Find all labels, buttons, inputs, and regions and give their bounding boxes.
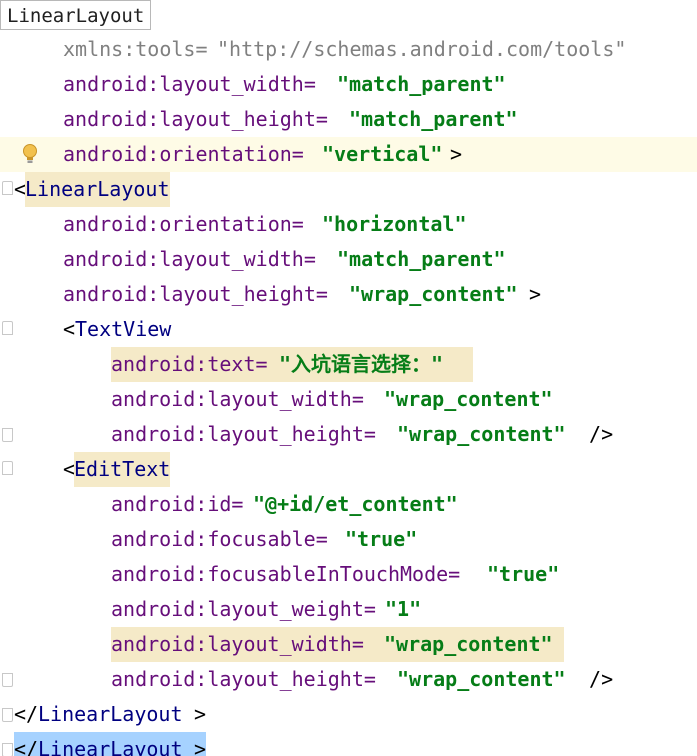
tag-bracket: </ xyxy=(14,702,39,726)
code-line[interactable]: android:layout_height= "wrap_content" > xyxy=(0,277,697,312)
attribute-value: "1" xyxy=(385,597,422,621)
attribute-value: "match_parent" xyxy=(349,107,518,131)
tag-bracket: /> xyxy=(577,422,614,446)
code-line[interactable]: < EditText xyxy=(0,452,697,487)
code-line[interactable]: android:orientation= "horizontal" xyxy=(0,207,697,242)
code-line[interactable]: android:focusableInTouchMode= "true" xyxy=(0,557,697,592)
tag-bracket: </ xyxy=(14,737,39,756)
breadcrumb[interactable]: LinearLayout xyxy=(0,0,152,30)
attribute-value: "wrap_content" xyxy=(384,387,553,411)
code-line[interactable]: android:focusable= "true" xyxy=(0,522,697,557)
code-line[interactable]: android:layout_height= "match_parent" xyxy=(0,102,697,137)
attribute-name: android:orientation= xyxy=(63,212,304,236)
attribute-value: "wrap_content" xyxy=(397,667,566,691)
code-line[interactable]: < LinearLayout xyxy=(0,172,697,207)
attribute-name: android:layout_width= xyxy=(111,387,364,411)
attribute-name: android:layout_width= xyxy=(63,72,316,96)
attribute-name: xmlns:tools= xyxy=(63,37,208,61)
attribute-name: android:layout_height= xyxy=(63,282,328,306)
tag-name: LinearLayout xyxy=(38,702,183,726)
code-line[interactable]: < TextView xyxy=(0,312,697,347)
code-line[interactable]: android:layout_width= "match_parent" xyxy=(0,242,697,277)
breadcrumb-label: LinearLayout xyxy=(7,5,145,27)
attribute-value: "wrap_content" xyxy=(397,422,566,446)
tag-bracket: > xyxy=(529,282,542,306)
attribute-value: "horizontal" xyxy=(322,212,467,236)
code-line[interactable]: android:layout_width= "wrap_content" xyxy=(0,382,697,417)
attribute-name: android:layout_height= xyxy=(63,107,328,131)
tag-name: LinearLayout xyxy=(38,737,183,756)
code-line[interactable]: android:layout_width= "match_parent" xyxy=(0,67,697,102)
tag-bracket: > xyxy=(194,737,207,756)
code-line[interactable]: android:layout_width= "wrap_content" xyxy=(0,627,697,662)
attribute-name: android:layout_height= xyxy=(111,667,376,691)
attribute-name: android:layout_width= xyxy=(63,247,316,271)
attribute-value: "match_parent" xyxy=(337,247,506,271)
attribute-value: "wrap_content" xyxy=(384,632,553,656)
tag-bracket: > xyxy=(194,702,207,726)
attribute-value: "true" xyxy=(487,562,560,586)
code-line[interactable]: android:layout_weight= "1" xyxy=(0,592,697,627)
code-line[interactable]: android:layout_height= "wrap_content" /> xyxy=(0,417,697,452)
code-line[interactable]: android:id= "@+id/et_content" xyxy=(0,487,697,522)
attribute-value: "入坑语言选择：" xyxy=(279,352,444,376)
tag-name: LinearLayout xyxy=(25,172,170,207)
tag-name: TextView xyxy=(75,317,172,341)
code-line[interactable]: android:text= "入坑语言选择：" xyxy=(0,347,697,382)
attribute-value: "@+id/et_content" xyxy=(253,492,458,516)
attribute-value: "wrap_content" xyxy=(349,282,518,306)
tag-bracket: > xyxy=(450,142,463,166)
lightbulb-icon[interactable] xyxy=(21,143,39,167)
attribute-name: android:focusableInTouchMode= xyxy=(111,562,461,586)
code-line-current[interactable]: android:orientation= "vertical" > xyxy=(0,137,697,172)
tag-bracket: < xyxy=(63,317,76,341)
code-line[interactable]: </ LinearLayout > xyxy=(0,697,697,732)
attribute-name: android:layout_width= xyxy=(111,632,364,656)
attribute-name: android:id= xyxy=(111,492,244,516)
attribute-value: "vertical" xyxy=(322,142,443,166)
tag-name: EditText xyxy=(74,452,171,487)
code-editor[interactable]: xmlns:tools= "http://schemas.android.com… xyxy=(0,0,697,756)
code-line[interactable]: </ LinearLayout > xyxy=(0,732,697,756)
code-line[interactable]: android:layout_height= "wrap_content" /> xyxy=(0,662,697,697)
attribute-value: "http://schemas.android.com/tools" xyxy=(217,37,627,61)
attribute-value: "true" xyxy=(345,527,418,551)
attribute-value: "match_parent" xyxy=(337,72,506,96)
code-line[interactable]: xmlns:tools= "http://schemas.android.com… xyxy=(0,32,697,67)
attribute-name: android:orientation= xyxy=(63,142,304,166)
attribute-name: android:layout_height= xyxy=(111,422,376,446)
attribute-name: android:text= xyxy=(111,352,268,376)
attribute-name: android:layout_weight= xyxy=(111,597,376,621)
tag-bracket: /> xyxy=(577,667,614,691)
attribute-name: android:focusable= xyxy=(111,527,328,551)
